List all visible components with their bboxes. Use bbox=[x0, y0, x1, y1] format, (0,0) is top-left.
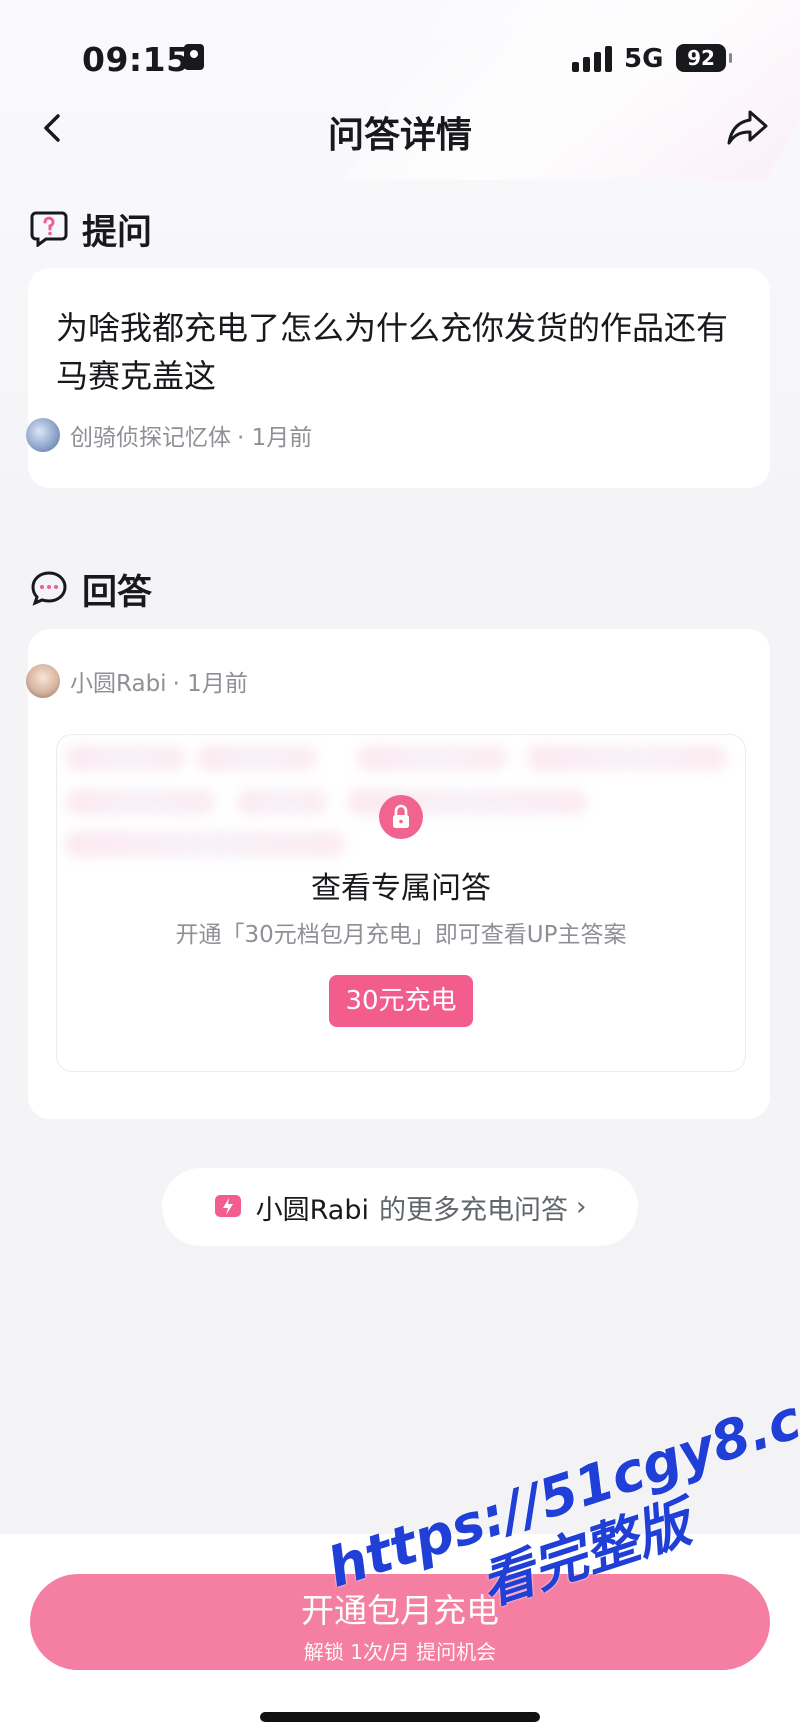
more-answers-link[interactable]: 小圆Rabi 的更多充电问答 › bbox=[162, 1168, 638, 1246]
question-text: 为啥我都充电了怎么为什么充你发货的作品还有马赛克盖这 bbox=[56, 309, 729, 395]
locked-answer-panel: 查看专属问答 开通「30元档包月充电」即可查看UP主答案 30元充电 bbox=[56, 734, 746, 1072]
answer-bubble-icon bbox=[30, 569, 68, 611]
blurred-text bbox=[65, 831, 345, 857]
answer-meta: 小圆Rabi · 1月前 bbox=[26, 664, 248, 698]
nav-bar: 问答详情 bbox=[0, 98, 800, 158]
answer-heading: 回答 bbox=[30, 564, 152, 615]
question-bubble-icon bbox=[30, 209, 68, 251]
more-answers-text: 的更多充电问答 bbox=[378, 1194, 568, 1226]
home-indicator bbox=[260, 1712, 540, 1722]
question-heading: 提问 bbox=[30, 204, 152, 255]
status-time: 09:15 bbox=[82, 40, 190, 79]
share-icon[interactable] bbox=[724, 106, 772, 150]
signal-icon bbox=[572, 46, 614, 72]
locked-title: 查看专属问答 bbox=[311, 871, 491, 906]
question-heading-label: 提问 bbox=[82, 213, 153, 253]
page-title: 问答详情 bbox=[327, 115, 472, 156]
blurred-text bbox=[197, 745, 317, 771]
status-bar: 09:15 5G 92 bbox=[0, 0, 800, 110]
avatar[interactable] bbox=[26, 418, 60, 452]
subscribe-monthly-button[interactable]: 开通包月充电 解锁 1次/月 提问机会 bbox=[30, 1574, 770, 1670]
chevron-right-icon: › bbox=[575, 1192, 587, 1222]
battery-indicator: 92 bbox=[676, 44, 732, 72]
portrait-lock-icon bbox=[184, 44, 204, 70]
question-card: 为啥我都充电了怎么为什么充你发货的作品还有马赛克盖这 bbox=[28, 268, 770, 488]
lock-icon bbox=[379, 795, 423, 839]
more-answers-name: 小圆Rabi bbox=[255, 1194, 369, 1226]
answer-author[interactable]: 小圆Rabi bbox=[70, 664, 167, 698]
network-type: 5G bbox=[624, 44, 664, 74]
answer-time: · 1月前 bbox=[172, 671, 248, 697]
question-meta: 创骑侦探记忆体 · 1月前 bbox=[26, 418, 312, 452]
blurred-text bbox=[65, 745, 185, 771]
blurred-text bbox=[357, 745, 507, 771]
blurred-text bbox=[527, 745, 727, 771]
answer-heading-label: 回答 bbox=[82, 573, 153, 613]
question-author[interactable]: 创骑侦探记忆体 bbox=[70, 418, 231, 452]
avatar[interactable] bbox=[26, 664, 60, 698]
blurred-text bbox=[65, 789, 215, 815]
bottom-bar: 开通包月充电 解锁 1次/月 提问机会 bbox=[0, 1534, 800, 1736]
locked-subtitle: 开通「30元档包月充电」即可查看UP主答案 bbox=[175, 922, 627, 948]
charge-30-button[interactable]: 30元充电 bbox=[329, 975, 473, 1027]
subscribe-button-label: 开通包月充电 bbox=[301, 1591, 499, 1630]
question-time: · 1月前 bbox=[237, 425, 313, 451]
charge-bolt-icon bbox=[214, 1194, 242, 1220]
blurred-text bbox=[237, 789, 327, 815]
subscribe-button-sub: 解锁 1次/月 提问机会 bbox=[303, 1640, 497, 1664]
